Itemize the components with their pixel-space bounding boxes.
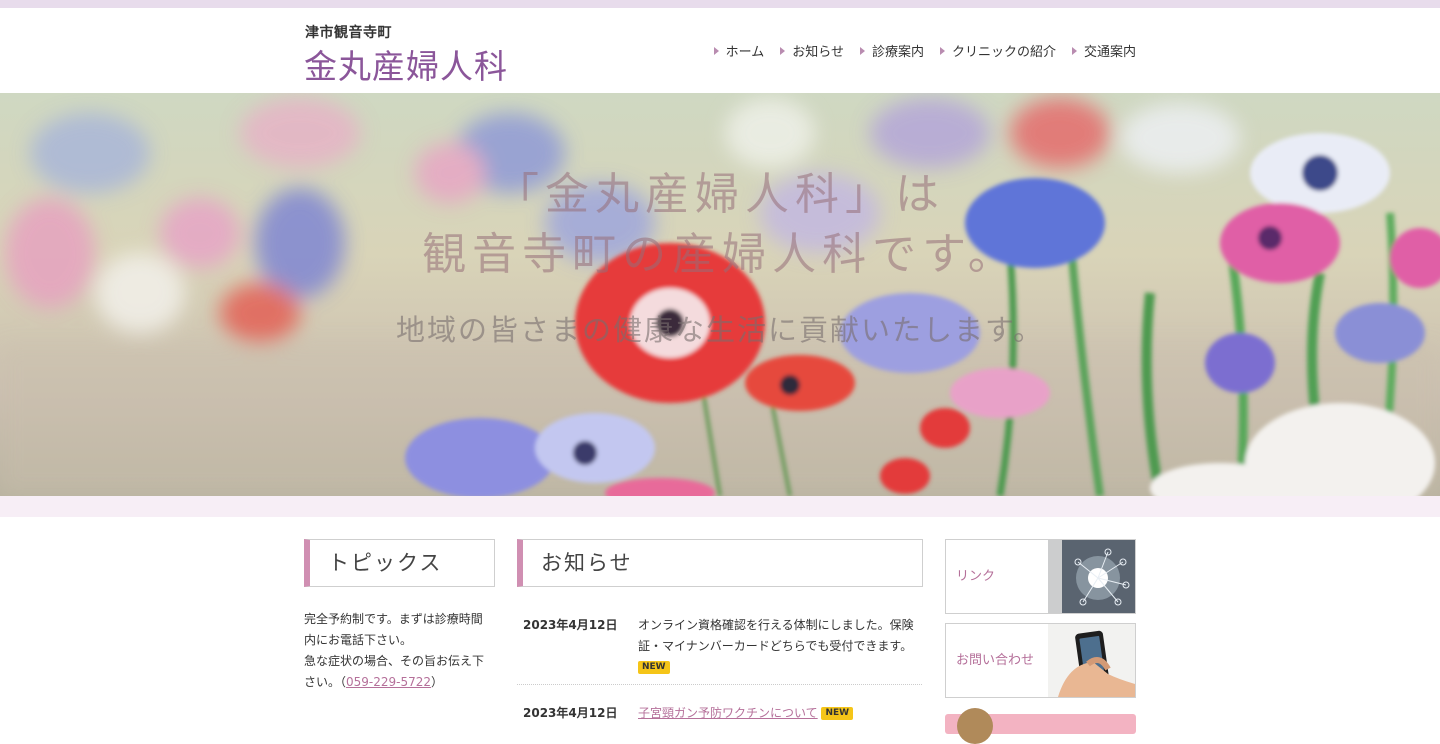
avatar	[957, 708, 993, 744]
nav-medical-info[interactable]: 診療案内	[859, 41, 924, 60]
hero-tagline: 地域の皆さまの健康な生活に貢献いたします。	[395, 313, 1045, 347]
sidebar-link-contact[interactable]: お問い合わせ	[945, 623, 1136, 698]
sidebar-link-label: お問い合わせ	[956, 653, 1035, 668]
sidebar-link-links[interactable]: リンク	[945, 539, 1136, 614]
nav-label: クリニックの紹介	[951, 45, 1056, 60]
news-text: オンライン資格確認を行える体制にしました。保険証・マイナンバーカードどちらでも受…	[638, 615, 920, 678]
nav-home[interactable]: ホーム	[713, 41, 765, 60]
topics-text-close: ）	[431, 675, 444, 689]
top-accent-bar	[0, 0, 1440, 8]
nav-access[interactable]: 交通案内	[1071, 41, 1136, 60]
hero-bottom-band	[0, 496, 1440, 517]
arrow-right-icon	[859, 46, 865, 55]
smartphone-hand-icon	[1048, 624, 1135, 697]
hero-flowers-image	[0, 98, 1440, 496]
sidebar-banner[interactable]	[945, 708, 1136, 744]
news-divider	[517, 684, 922, 685]
arrow-right-icon	[713, 46, 719, 55]
nav-news[interactable]: お知らせ	[780, 41, 844, 60]
topics-text-urgent: 急な症状の場合、その旨お伝え下さい。（059-229-5722）	[304, 651, 494, 693]
hero-heading-line1: 「金丸産婦人科」は	[495, 169, 945, 220]
topics-text-reservation: 完全予約制です。まずは診療時間内にお電話下さい。	[304, 612, 483, 647]
news-item: 2023年4月12日 子宮頸ガン予防ワクチンについて NEW	[517, 703, 922, 723]
nav-label: 診療案内	[871, 45, 924, 60]
nav-clinic-intro[interactable]: クリニックの紹介	[939, 41, 1056, 60]
medical-network-icon	[1048, 540, 1135, 613]
nav-label: ホーム	[725, 45, 765, 60]
nav-label: お知らせ	[792, 45, 844, 60]
phone-link[interactable]: 059-229-5722	[346, 675, 431, 689]
news-date: 2023年4月12日	[523, 618, 618, 632]
news-date: 2023年4月12日	[523, 706, 618, 720]
nav-label: 交通案内	[1083, 45, 1136, 60]
main-nav: ホーム お知らせ 診療案内 クリニックの紹介 交通案内	[713, 41, 1136, 60]
arrow-right-icon	[780, 46, 786, 55]
arrow-right-icon	[939, 46, 945, 55]
news-link[interactable]: 子宮頸ガン予防ワクチンについて	[638, 706, 818, 720]
clinic-logo[interactable]: 金丸産婦人科	[304, 40, 508, 88]
hero-banner: 「金丸産婦人科」は 観音寺町の産婦人科です。 地域の皆さまの健康な生活に貢献いた…	[0, 93, 1440, 496]
sidebar-link-label: リンク	[956, 569, 996, 584]
news-heading: お知らせ	[517, 539, 923, 587]
news-item: 2023年4月12日 オンライン資格確認を行える体制にしました。保険証・マイナン…	[517, 615, 922, 677]
topics-heading: トピックス	[304, 539, 495, 587]
news-text: 子宮頸ガン予防ワクチンについて NEW	[638, 703, 920, 724]
new-badge: NEW	[821, 707, 854, 720]
clinic-location: 津市観音寺町	[305, 25, 392, 41]
arrow-right-icon	[1071, 46, 1077, 55]
site-header: 津市観音寺町 金丸産婦人科 ホーム お知らせ 診療案内 クリニックの紹介 交通案…	[0, 8, 1440, 93]
new-badge: NEW	[638, 661, 670, 674]
news-text-content: オンライン資格確認を行える体制にしました。保険証・マイナンバーカードどちらでも受…	[638, 618, 914, 653]
hero-heading-line2: 観音寺町の産婦人科です。	[422, 229, 1018, 280]
topics-body: 完全予約制です。まずは診療時間内にお電話下さい。 急な症状の場合、その旨お伝え下…	[304, 609, 494, 693]
